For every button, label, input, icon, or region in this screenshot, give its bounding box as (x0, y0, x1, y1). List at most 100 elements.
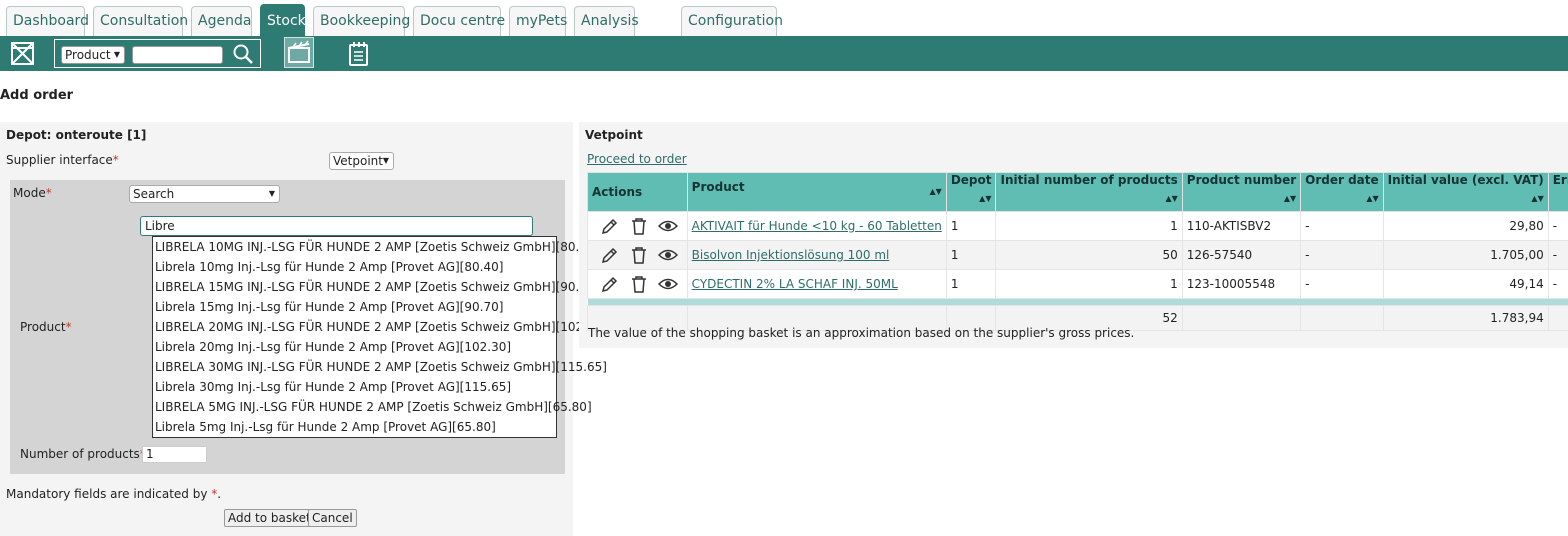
total-value: 1.783,94 (1382, 305, 1549, 331)
column-header-actions: Actions (587, 172, 688, 212)
film-icon[interactable] (284, 37, 314, 68)
basket-table: Actions Product ▲▼ Depot ▲▼ Initial number… (587, 172, 1568, 331)
suggestion-item[interactable]: LIBRELA 5MG INJ.-LSG FÜR HUNDE 2 AMP [Zo… (153, 397, 592, 417)
quick-search: Product ▼ (54, 39, 261, 68)
column-header-initial-number[interactable]: Initial number of products ▲▼ (995, 172, 1183, 212)
tab-mypets[interactable]: myPets (509, 6, 567, 36)
column-header-label: Initial value (excl. VAT) (1387, 173, 1544, 187)
trash-icon[interactable] (629, 216, 649, 236)
column-header-product[interactable]: Product ▲▼ (686, 172, 947, 212)
suggestion-item[interactable]: Librela 10mg Inj.-Lsg für Hunde 2 Amp [P… (153, 257, 556, 277)
sort-icon: ▲▼ (1531, 194, 1544, 203)
basket-panel: Vetpoint Proceed to order Actions Produc… (579, 122, 1568, 348)
row-product[interactable]: AKTIVAIT für Hunde <10 kg - 60 Tabletten (686, 211, 947, 241)
column-header-label: Product (691, 180, 745, 194)
trash-icon[interactable] (629, 274, 649, 294)
suggestion-item[interactable]: LIBRELA 15MG INJ.-LSG FÜR HUNDE 2 AMP [Z… (153, 277, 599, 297)
cancel-button[interactable]: Cancel (308, 509, 357, 527)
row-order-date: - (1300, 269, 1384, 299)
number-of-products-label: Number of products* (20, 447, 146, 461)
tab-docu-centre[interactable]: Docu centre (413, 6, 505, 36)
column-header-error[interactable]: Error▲▼ (1547, 172, 1568, 212)
trash-icon[interactable] (629, 245, 649, 265)
row-product[interactable]: CYDECTIN 2% LA SCHAF INJ. 50ML (686, 269, 947, 299)
row-product[interactable]: Bisolvon Injektionslösung 100 ml (686, 240, 947, 270)
suggestion-item[interactable]: LIBRELA 20MG INJ.-LSG FÜR HUNDE 2 AMP [Z… (153, 317, 607, 337)
search-type-value: Product (65, 48, 111, 62)
search-fields-box: Mode* Search ▼ Libre Product * LIBRELA 10… (10, 180, 607, 474)
column-header-label: Error (1552, 173, 1568, 187)
column-header-initial-value[interactable]: Initial value (excl. VAT) ▲▼ (1382, 172, 1549, 212)
suggestion-item[interactable]: Librela 20mg Inj.-Lsg für Hunde 2 Amp [P… (153, 337, 556, 357)
column-header-order-date[interactable]: Order date ▲▼ (1300, 172, 1384, 212)
total-empty (1181, 305, 1302, 331)
sort-icon: ▲▼ (1165, 194, 1178, 203)
tab-bookkeeping[interactable]: Bookkeeping (313, 6, 410, 36)
row-depot: 1 (945, 211, 997, 241)
mandatory-note-end: . (217, 487, 222, 501)
tab-stock[interactable]: Stock (260, 4, 306, 36)
product-link[interactable]: AKTIVAIT für Hunde <10 kg - 60 Tabletten (692, 219, 942, 233)
calendar-x-icon[interactable] (9, 40, 37, 67)
tab-analysis[interactable]: Analysis (574, 6, 639, 36)
column-header-depot[interactable]: Depot ▲▼ (945, 172, 997, 212)
mandatory-note-text: Mandatory fields are indicated by (6, 487, 208, 501)
required-mark: * (45, 186, 52, 200)
supplier-interface-text: Supplier interface (6, 153, 113, 167)
eye-icon[interactable] (657, 245, 678, 265)
supplier-interface-select[interactable]: Vetpoint ▼ (329, 152, 394, 170)
row-product-number: 110-AKTISBV2 (1181, 211, 1302, 241)
product-suggestions: LIBRELA 10MG INJ.-LSG FÜR HUNDE 2 AMP [Z… (152, 236, 607, 438)
row-quantity: 50 (995, 240, 1183, 270)
add-to-basket-button[interactable]: Add to basket (224, 509, 315, 527)
suggestion-item[interactable]: LIBRELA 10MG INJ.-LSG FÜR HUNDE 2 AMP [Z… (153, 237, 599, 257)
tab-configuration[interactable]: Configuration (681, 6, 783, 36)
search-input[interactable] (132, 46, 223, 64)
sort-icon: ▲▼ (1283, 194, 1297, 203)
row-product-number: 123-10005548 (1181, 269, 1302, 299)
search-type-select[interactable]: Product ▼ (61, 46, 125, 64)
suggestion-item[interactable]: Librela 5mg Inj.-Lsg für Hunde 2 Amp [Pr… (153, 417, 556, 437)
tab-dashboard[interactable]: Dashboard (6, 6, 89, 36)
tab-consultation[interactable]: Consultation (93, 6, 188, 36)
notepad-icon[interactable] (345, 40, 373, 67)
search-icon[interactable] (231, 43, 255, 65)
column-header-label: Product number (1186, 173, 1297, 187)
suggestion-item[interactable]: Librela 30mg Inj.-Lsg für Hunde 2 Amp [P… (153, 377, 556, 397)
supplier-interface-value: Vetpoint (333, 154, 383, 168)
sort-icon: ▲▼ (929, 187, 942, 196)
row-actions (587, 269, 688, 299)
suggestion-item[interactable]: LIBRELA 30MG INJ.-LSG FÜR HUNDE 2 AMP [Z… (153, 357, 607, 377)
column-header-label: Initial number of products (1000, 173, 1178, 187)
depot-label: Depot: onteroute [1] (6, 128, 147, 142)
chevron-down-icon: ▼ (268, 189, 275, 198)
suggestion-item[interactable]: Librela 15mg Inj.-Lsg für Hunde 2 Amp [P… (153, 297, 556, 317)
product-search-input[interactable]: Libre (140, 216, 533, 236)
table-separator (587, 298, 1568, 306)
eye-icon[interactable] (657, 274, 678, 294)
row-error: - (1547, 211, 1568, 241)
mode-label: Mode* (13, 186, 52, 200)
row-value: 29,80 (1382, 211, 1549, 241)
row-actions (587, 240, 688, 270)
eye-icon[interactable] (657, 216, 678, 236)
number-of-products-input[interactable]: 1 (142, 446, 207, 463)
row-product-number: 126-57540 (1181, 240, 1302, 270)
mode-select[interactable]: Search ▼ (129, 185, 280, 203)
edit-icon[interactable] (600, 245, 620, 265)
edit-icon[interactable] (600, 216, 620, 236)
table-row: CYDECTIN 2% LA SCHAF INJ. 50ML 1 1 123-1… (587, 269, 1568, 299)
product-link[interactable]: CYDECTIN 2% LA SCHAF INJ. 50ML (692, 277, 898, 291)
product-link[interactable]: Bisolvon Injektionslösung 100 ml (692, 248, 890, 262)
tab-agenda[interactable]: Agenda (191, 6, 252, 36)
product-text: Product (20, 320, 66, 334)
row-order-date: - (1300, 240, 1384, 270)
toolbar: Product ▼ (0, 36, 1568, 71)
proceed-to-order-link[interactable]: Proceed to order (587, 152, 687, 166)
table-row: AKTIVAIT für Hunde <10 kg - 60 Tabletten… (587, 211, 1568, 241)
mode-text: Mode (13, 186, 46, 200)
column-header-product-number[interactable]: Product number ▲▼ (1181, 172, 1302, 212)
edit-icon[interactable] (600, 274, 620, 294)
chevron-down-icon: ▼ (113, 50, 120, 59)
row-actions (587, 211, 688, 241)
